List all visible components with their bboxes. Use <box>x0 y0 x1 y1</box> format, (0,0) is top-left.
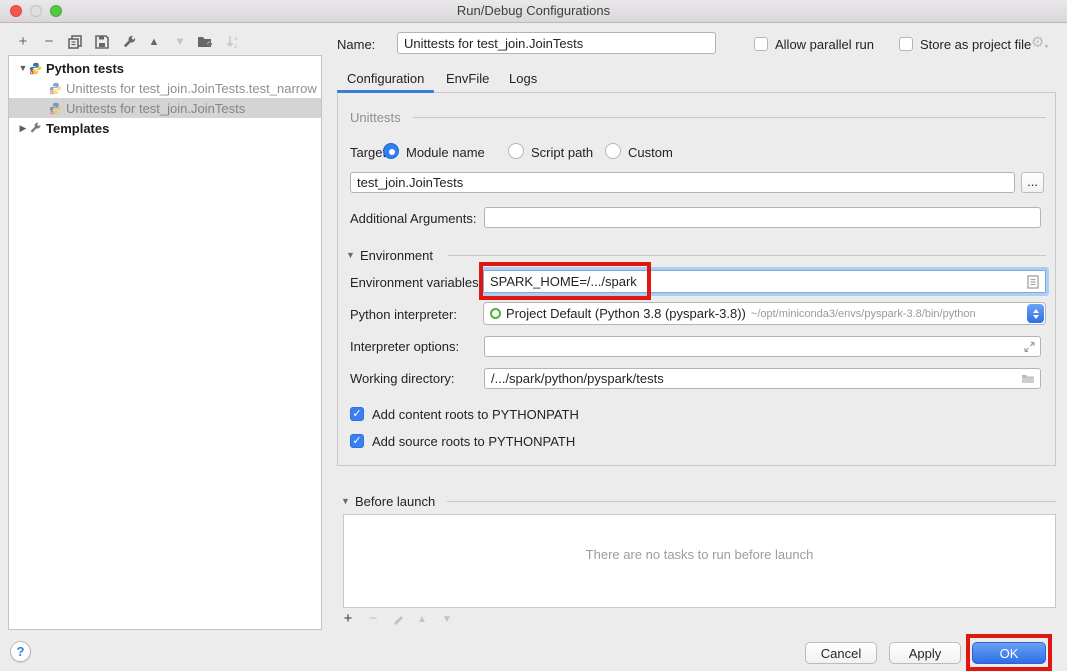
python-interpreter-path: ~/opt/miniconda3/envs/pyspark-3.8/bin/py… <box>751 308 976 320</box>
active-tab-underline <box>337 90 434 93</box>
python-tests-icon <box>29 62 42 75</box>
edit-templates-wrench-icon[interactable] <box>120 33 138 51</box>
python-interpreter-label: Python interpreter: <box>350 307 457 323</box>
gear-icon[interactable]: ⚙▾ <box>1031 33 1048 51</box>
dropdown-stepper-icon[interactable] <box>1027 304 1044 323</box>
ok-button[interactable]: OK <box>972 642 1046 664</box>
svg-text:a: a <box>234 36 238 42</box>
add-configuration-icon[interactable]: + <box>14 33 32 51</box>
working-directory-wrap <box>484 368 1041 389</box>
allow-parallel-run-label: Allow parallel run <box>775 37 874 53</box>
window-title: Run/Debug Configurations <box>0 3 1067 18</box>
browse-module-button[interactable]: ... <box>1021 172 1044 193</box>
working-directory-input[interactable] <box>484 368 1041 389</box>
add-content-roots-label: Add content roots to PYTHONPATH <box>372 407 579 423</box>
tab-configuration[interactable]: Configuration <box>347 71 424 86</box>
unittests-section-label: Unittests <box>350 110 401 126</box>
tree-item-label: Unittests for test_join.JoinTests <box>66 101 245 116</box>
tree-item-label: Templates <box>46 121 109 136</box>
radio-module-name[interactable] <box>383 143 399 159</box>
title-bar[interactable]: Run/Debug Configurations <box>0 0 1067 23</box>
move-down-icon: ▼ <box>171 33 189 51</box>
section-divider <box>448 255 1046 256</box>
cancel-button[interactable]: Cancel <box>805 642 877 664</box>
chevron-down-icon[interactable]: ▼ <box>346 250 355 260</box>
expand-field-icon[interactable] <box>1024 341 1035 352</box>
python-tests-icon <box>49 102 62 115</box>
tree-item-templates[interactable]: ▶ Templates <box>9 118 322 138</box>
python-interpreter-select[interactable]: Project Default (Python 3.8 (pyspark-3.8… <box>483 302 1046 325</box>
save-configuration-icon[interactable] <box>93 33 111 51</box>
before-launch-section-label: Before launch <box>355 494 435 510</box>
add-task-icon[interactable]: + <box>339 610 357 628</box>
new-folder-icon[interactable] <box>196 33 214 51</box>
tab-envfile[interactable]: EnvFile <box>446 71 489 86</box>
apply-button[interactable]: Apply <box>889 642 961 664</box>
add-source-roots-checkbox[interactable]: ✓ <box>350 434 364 448</box>
python-interpreter-value: Project Default (Python 3.8 (pyspark-3.8… <box>506 306 746 321</box>
chevron-right-icon[interactable]: ▶ <box>17 123 29 134</box>
radio-script-path-label: Script path <box>531 145 593 161</box>
tree-item-python-tests[interactable]: ▼ Python tests <box>9 58 322 78</box>
move-up-icon[interactable]: ▲ <box>145 33 163 51</box>
radio-script-path[interactable] <box>508 143 524 159</box>
move-task-up-icon: ▲ <box>413 611 431 629</box>
name-input[interactable] <box>397 32 716 54</box>
before-launch-task-list[interactable]: There are no tasks to run before launch <box>343 514 1056 608</box>
copy-configuration-icon[interactable] <box>66 33 84 51</box>
tree-item-unittests-test-narrow[interactable]: Unittests for test_join.JoinTests.test_n… <box>9 78 322 98</box>
edit-task-icon <box>389 611 407 629</box>
configurations-tree: ▼ Python tests Unittests for test_join.J… <box>8 55 322 630</box>
add-content-roots-checkbox[interactable]: ✓ <box>350 407 364 421</box>
svg-text:z: z <box>234 44 237 49</box>
radio-custom[interactable] <box>605 143 621 159</box>
interpreter-options-label: Interpreter options: <box>350 339 459 355</box>
target-module-input[interactable] <box>350 172 1015 193</box>
tree-item-unittests-jointests[interactable]: Unittests for test_join.JoinTests <box>9 98 322 118</box>
name-label: Name: <box>337 37 375 53</box>
section-divider <box>413 117 1046 118</box>
chevron-down-icon[interactable]: ▼ <box>17 63 29 73</box>
additional-arguments-label: Additional Arguments: <box>350 211 476 227</box>
tree-item-label: Python tests <box>46 61 124 76</box>
environment-variables-label: Environment variables: <box>350 275 482 291</box>
environment-variables-input[interactable]: SPARK_HOME=/.../spark <box>483 270 1046 293</box>
interpreter-env-icon <box>490 308 501 319</box>
add-source-roots-label: Add source roots to PYTHONPATH <box>372 434 575 450</box>
interpreter-options-input[interactable] <box>484 336 1041 357</box>
tree-item-label: Unittests for test_join.JoinTests.test_n… <box>66 81 317 96</box>
interpreter-options-wrap <box>484 336 1041 357</box>
store-as-project-file-label: Store as project file <box>920 37 1031 53</box>
env-vars-browse-icon[interactable] <box>1027 275 1039 289</box>
remove-task-icon: − <box>364 610 382 628</box>
allow-parallel-run-checkbox[interactable] <box>754 37 768 51</box>
python-tests-icon <box>49 82 62 95</box>
radio-custom-label: Custom <box>628 145 673 161</box>
chevron-down-icon[interactable]: ▼ <box>341 496 350 506</box>
remove-configuration-icon[interactable]: − <box>40 33 58 51</box>
radio-module-name-label: Module name <box>406 145 485 161</box>
help-button[interactable]: ? <box>10 641 31 662</box>
sort-configurations-icon: az <box>224 33 242 51</box>
section-divider <box>447 501 1056 502</box>
move-task-down-icon: ▼ <box>438 611 456 629</box>
folder-icon[interactable] <box>1021 373 1035 384</box>
environment-variables-value: SPARK_HOME=/.../spark <box>490 274 637 289</box>
store-as-project-file-checkbox[interactable] <box>899 37 913 51</box>
templates-wrench-icon <box>29 122 42 135</box>
working-directory-label: Working directory: <box>350 371 455 387</box>
run-debug-configurations-dialog: Run/Debug Configurations + − ▲ ▼ az ▼ Py… <box>0 0 1067 671</box>
before-launch-empty-text: There are no tasks to run before launch <box>344 547 1055 562</box>
additional-arguments-input[interactable] <box>484 207 1041 228</box>
tab-logs[interactable]: Logs <box>509 71 537 86</box>
environment-section-label: Environment <box>360 248 433 264</box>
